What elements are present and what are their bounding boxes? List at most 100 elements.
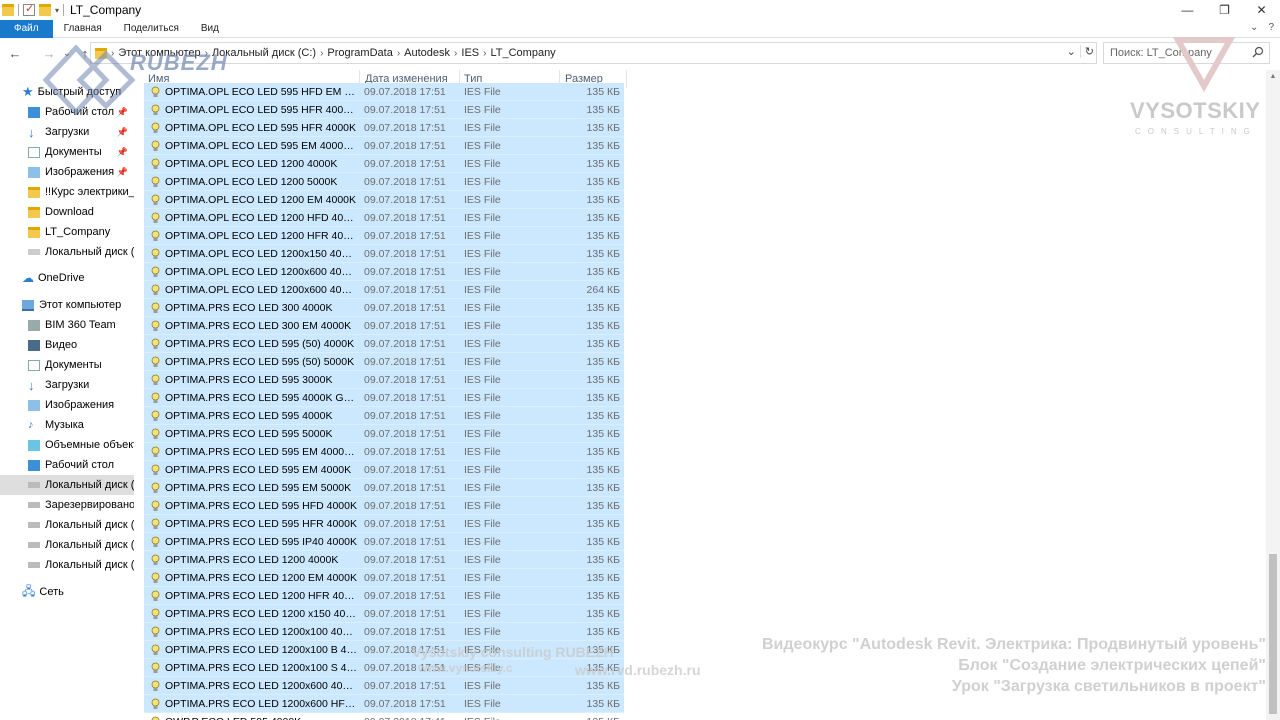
- refresh-icon[interactable]: ↻: [1079, 45, 1094, 58]
- sidebar-item-network[interactable]: 🖧 Сеть: [0, 582, 134, 602]
- file-row[interactable]: OPTIMA.PRS ECO LED 1200x100 4000K GRILIA…: [144, 623, 624, 641]
- sidebar-item-pc[interactable]: Документы: [0, 355, 134, 375]
- file-row[interactable]: OPTIMA.PRS ECO LED 1200x100 S 4000K GRIL…: [144, 659, 624, 677]
- file-row[interactable]: OPTIMA.PRS ECO LED 1200 EM 4000K 09.07.20…: [144, 569, 624, 587]
- column-divider[interactable]: [626, 70, 627, 88]
- file-row[interactable]: OPTIMA.PRS ECO LED 595 (50) 4000K 09.07.2…: [144, 335, 624, 353]
- breadcrumb-ies[interactable]: IES: [461, 47, 479, 59]
- sidebar-item-quick[interactable]: LT_Company: [0, 222, 134, 242]
- expand-ribbon-icon[interactable]: ⌄: [1250, 22, 1258, 33]
- ies-file-icon: [151, 680, 160, 691]
- tab-file[interactable]: Файл: [0, 19, 53, 38]
- sidebar-item-quick[interactable]: ↓ Загрузки 📌: [0, 122, 134, 142]
- chevron-right-icon[interactable]: ›: [483, 48, 486, 59]
- file-row[interactable]: OPTIMA.PRS ECO LED 595 HFR 4000K 09.07.20…: [144, 515, 624, 533]
- chevron-right-icon[interactable]: ›: [397, 48, 400, 59]
- sidebar-item-quick[interactable]: Локальный диск (F: [0, 242, 134, 262]
- sidebar-item-pc[interactable]: Видео: [0, 335, 134, 355]
- file-row[interactable]: OPTIMA.OPL ECO LED 595 HFR 4000K 09.07.20…: [144, 119, 624, 137]
- file-row[interactable]: OPTIMA.OPL ECO LED 1200 HFD 4000K 09.07.2…: [144, 209, 624, 227]
- file-row[interactable]: OPTIMA.OPL ECO LED 1200 5000K 09.07.2018 …: [144, 173, 624, 191]
- pin-icon[interactable]: 📌: [117, 147, 128, 158]
- sidebar-item-pc[interactable]: Зарезервировано: [0, 495, 134, 515]
- scroll-thumb[interactable]: [1269, 554, 1277, 714]
- sidebar-item-pc[interactable]: Рабочий стол: [0, 455, 134, 475]
- file-size: 135 КБ: [586, 157, 620, 170]
- file-row[interactable]: OPTIMA.PRS ECO LED 595 (50) 5000K 09.07.2…: [144, 353, 624, 371]
- file-row[interactable]: OPTIMA.PRS ECO LED 595 4000K GRILIATO 09.…: [144, 389, 624, 407]
- back-button[interactable]: ←: [6, 46, 24, 61]
- breadcrumb-autodesk[interactable]: Autodesk: [404, 47, 450, 59]
- file-row[interactable]: OPTIMA.PRS ECO LED 595 EM 5000K 09.07.201…: [144, 479, 624, 497]
- file-row[interactable]: OPTIMA.PRS ECO LED 1200 HFR 4000K 09.07.2…: [144, 587, 624, 605]
- customize-qat-icon[interactable]: ▾: [55, 6, 59, 15]
- sidebar-item-pc[interactable]: Локальный диск (C: [0, 475, 134, 495]
- breadcrumb-programdata[interactable]: ProgramData: [327, 47, 392, 59]
- tab-home[interactable]: Главная: [53, 20, 113, 38]
- sidebar-item-pc[interactable]: Локальный диск (G: [0, 555, 134, 575]
- properties-icon[interactable]: [23, 2, 35, 16]
- address-dropdown-icon[interactable]: ⌄: [1067, 45, 1076, 58]
- file-row[interactable]: OPTIMA.PRS ECO LED 595 5000K 09.07.2018 1…: [144, 425, 624, 443]
- file-row[interactable]: OPTIMA.PRS ECO LED 595 3000K 09.07.2018 1…: [144, 371, 624, 389]
- file-row[interactable]: OPTIMA.OPL ECO LED 1200 EM 4000K 09.07.20…: [144, 191, 624, 209]
- file-row[interactable]: OPTIMA.PRS ECO LED 595 EM 4000K 09.07.201…: [144, 461, 624, 479]
- close-button[interactable]: ✕: [1243, 0, 1280, 20]
- sidebar-item-this-pc[interactable]: Этот компьютер: [0, 295, 134, 315]
- sidebar-item-quick[interactable]: Документы 📌: [0, 142, 134, 162]
- file-row[interactable]: OPTIMA.PRS ECO LED 1200 4000K 09.07.2018 …: [144, 551, 624, 569]
- sidebar-item-pc[interactable]: Объемные объекты: [0, 435, 134, 455]
- maximize-button[interactable]: ❐: [1206, 0, 1243, 20]
- pin-icon[interactable]: 📌: [117, 167, 128, 178]
- ies-file-icon: [151, 248, 160, 259]
- ies-file-icon: [151, 122, 160, 133]
- file-row[interactable]: OPTIMA.PRS ECO LED 1200x600 HFR 4000K 09.…: [144, 695, 624, 713]
- sidebar-item-pc[interactable]: ↓ Загрузки: [0, 375, 134, 395]
- sidebar-item-label: Загрузки: [45, 126, 90, 138]
- file-row[interactable]: OWP.P ECO LED 595 4000K 09.07.2018 17:41 I…: [144, 713, 624, 720]
- sidebar-item-pc[interactable]: Изображения: [0, 395, 134, 415]
- file-row[interactable]: OPTIMA.OPL ECO LED 1200 4000K 09.07.2018 …: [144, 155, 624, 173]
- breadcrumb-lt-company[interactable]: LT_Company: [490, 47, 555, 59]
- scroll-up-icon[interactable]: ▲: [1266, 70, 1280, 84]
- minimize-button[interactable]: —: [1169, 0, 1206, 20]
- file-row[interactable]: OPTIMA.PRS ECO LED 300 EM 4000K 09.07.201…: [144, 317, 624, 335]
- file-row[interactable]: OPTIMA.PRS ECO LED 595 IP40 4000K 09.07.2…: [144, 533, 624, 551]
- sidebar-item-pc[interactable]: BIM 360 Team: [0, 315, 134, 335]
- file-row[interactable]: OPTIMA.OPL ECO LED 1200x600 4000K GRILIA…: [144, 263, 624, 281]
- file-row[interactable]: OPTIMA.PRS ECO LED 595 4000K 09.07.2018 1…: [144, 407, 624, 425]
- tab-view[interactable]: Вид: [190, 20, 230, 38]
- file-row[interactable]: OPTIMA.PRS ECO LED 300 4000K 09.07.2018 1…: [144, 299, 624, 317]
- file-date: 09.07.2018 17:51: [364, 517, 446, 530]
- documents-icon: [28, 359, 40, 371]
- file-type: IES File: [464, 301, 501, 314]
- pin-icon[interactable]: 📌: [117, 127, 128, 138]
- chevron-right-icon[interactable]: ›: [320, 48, 323, 59]
- help-icon[interactable]: ?: [1268, 22, 1274, 33]
- file-date: 09.07.2018 17:51: [364, 445, 446, 458]
- sidebar-item-pc[interactable]: Локальный диск (F: [0, 535, 134, 555]
- file-row[interactable]: OPTIMA.PRS ECO LED 595 EM 4000K GRILIATO…: [144, 443, 624, 461]
- sidebar-item-onedrive[interactable]: ☁ OneDrive: [0, 268, 134, 288]
- ies-file-icon: [151, 212, 160, 223]
- tab-share[interactable]: Поделиться: [113, 20, 190, 38]
- file-type: IES File: [464, 85, 501, 98]
- vertical-scrollbar[interactable]: ▲: [1266, 70, 1280, 720]
- file-row[interactable]: OPTIMA.OPL ECO LED 1200x600 4000K 09.07.2…: [144, 281, 624, 299]
- sidebar-item-label: Локальный диск (F: [45, 539, 134, 551]
- chevron-right-icon[interactable]: ›: [454, 48, 457, 59]
- file-row[interactable]: OPTIMA.PRS ECO LED 1200 x150 4000K 09.07.…: [144, 605, 624, 623]
- file-row[interactable]: OPTIMA.PRS ECO LED 1200x600 4000K 09.07.2…: [144, 677, 624, 695]
- file-name: OPTIMA.PRS ECO LED 1200x100 S 4000K GRIL…: [165, 661, 357, 674]
- sidebar-item-pc[interactable]: ♪ Музыка: [0, 415, 134, 435]
- sidebar-item-quick[interactable]: !!Курс электрики_R: [0, 182, 134, 202]
- sidebar-item-quick[interactable]: Download: [0, 202, 134, 222]
- file-row[interactable]: OPTIMA.PRS ECO LED 595 HFD 4000K 09.07.20…: [144, 497, 624, 515]
- new-folder-icon[interactable]: [39, 4, 51, 16]
- sidebar-item-pc[interactable]: Локальный диск (E: [0, 515, 134, 535]
- file-row[interactable]: OPTIMA.OPL ECO LED 1200x150 4000K 09.07.2…: [144, 245, 624, 263]
- file-name: OPTIMA.OPL ECO LED 1200x600 4000K: [165, 283, 357, 296]
- file-row[interactable]: OPTIMA.OPL ECO LED 1200 HFR 4000K 09.07.2…: [144, 227, 624, 245]
- file-row[interactable]: OPTIMA.OPL ECO LED 595 EM 4000K GRILIATO…: [144, 137, 624, 155]
- sidebar-item-quick[interactable]: Изображения 📌: [0, 162, 134, 182]
